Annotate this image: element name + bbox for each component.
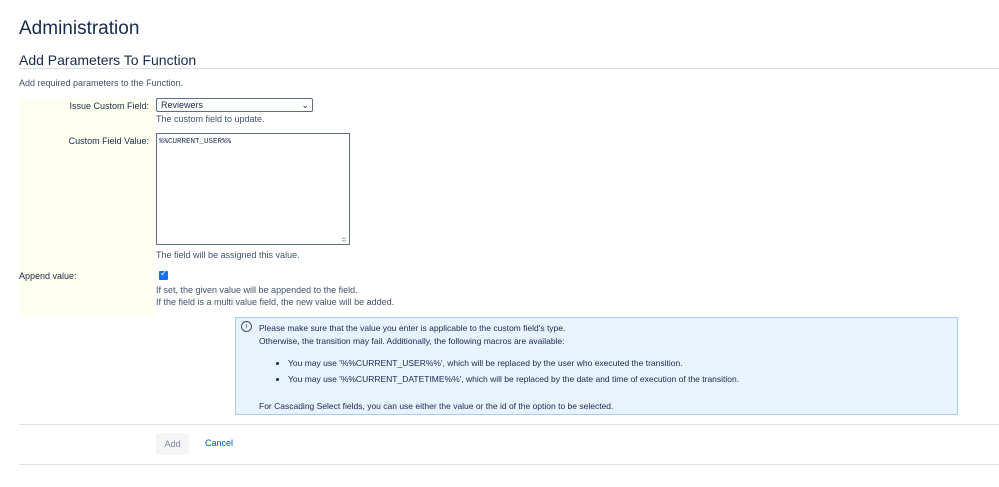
divider <box>19 68 999 69</box>
info-line-1: Please make sure that the value you ente… <box>259 323 566 333</box>
resize-handle-icon[interactable]: ≑ <box>341 236 347 244</box>
label-column <box>19 99 154 316</box>
issue-custom-field-label: Issue Custom Field: <box>69 101 149 111</box>
append-value-help-line1: If set, the given value will be appended… <box>156 285 358 295</box>
page-title: Administration <box>19 18 140 39</box>
info-bullet-2: You may use '%%CURRENT_DATETIME%%', whic… <box>288 374 740 384</box>
select-value: Reviewers <box>161 100 204 110</box>
info-bullet-1: You may use '%%CURRENT_USER%%', which wi… <box>288 358 683 368</box>
custom-field-value-help: The field will be assigned this value. <box>156 250 300 260</box>
bullet-icon <box>276 362 279 365</box>
custom-field-value-textarea[interactable]: %%CURRENT_USER%% <box>156 133 350 245</box>
append-value-label: Append value: <box>19 271 77 281</box>
section-title: Add Parameters To Function <box>19 52 197 68</box>
append-value-checkbox[interactable]: ✓ <box>159 268 168 280</box>
divider <box>19 424 999 425</box>
append-value-help-line2: If the field is a multi value field, the… <box>156 297 395 307</box>
divider <box>19 464 999 465</box>
add-button[interactable]: Add <box>156 433 189 455</box>
form-description: Add required parameters to the Function. <box>19 78 184 88</box>
chevron-down-icon: ⌄ <box>301 100 309 110</box>
issue-custom-field-help: The custom field to update. <box>156 114 265 124</box>
info-line-3: For Cascading Select fields, you can use… <box>259 401 614 411</box>
info-icon: i <box>241 321 252 332</box>
cancel-link[interactable]: Cancel <box>205 438 233 448</box>
bullet-icon <box>276 378 279 381</box>
issue-custom-field-select[interactable]: Reviewers ⌄ <box>156 98 313 112</box>
info-line-2: Otherwise, the transition may fail. Addi… <box>259 336 565 346</box>
custom-field-value-label: Custom Field Value: <box>68 136 149 146</box>
checkmark-icon: ✓ <box>160 268 168 278</box>
